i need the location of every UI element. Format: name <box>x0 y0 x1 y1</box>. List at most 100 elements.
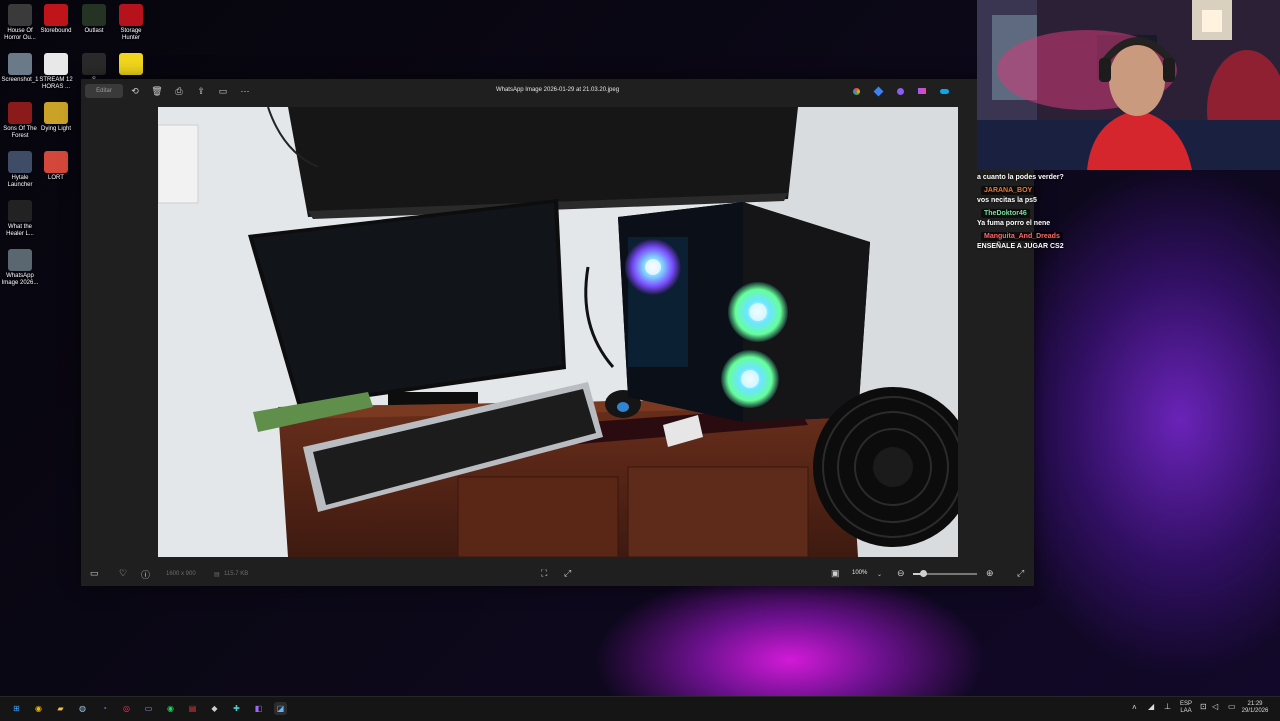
app-purple-icon[interactable]: ◧ <box>252 702 265 715</box>
outlast-icon <box>82 4 106 26</box>
clock-date: 29/1/2026 <box>1241 708 1269 714</box>
desktop-icon[interactable]: STREAM 12 HORAS ... <box>36 53 76 91</box>
file-explorer-icon[interactable]: ▰ <box>54 702 67 715</box>
sons-of-the-forest-icon <box>8 102 32 124</box>
zoom-in-icon[interactable]: ⊕ <box>986 568 994 579</box>
fit-icon[interactable]: ⛶ <box>541 568 547 579</box>
photo-scene <box>158 107 958 557</box>
chevron-down-icon[interactable]: ⌄ <box>877 571 882 578</box>
desktop-icon-label: WhatsApp Image 2026... <box>1 273 39 286</box>
desktop-icon-label: Storage Hunter <box>120 28 142 41</box>
volume-icon[interactable]: ◁ <box>1212 703 1218 711</box>
epic-icon[interactable]: ◆ <box>208 702 221 715</box>
desktop-icon-label: House Of Horror Ou... <box>4 28 36 41</box>
file-size: 115.7 KB <box>224 571 249 577</box>
desktop-icon[interactable]: Sons Of The Forest <box>0 102 40 140</box>
photo-image <box>158 107 958 557</box>
zoom-slider[interactable] <box>913 570 977 577</box>
chat-message: Manguita_And_Dreads ENSEÑALE A JUGAR CS2 <box>977 230 1117 251</box>
desktop-icon[interactable]: Hytale Launcher <box>0 151 40 189</box>
network-tray-icon[interactable]: ◢ <box>1148 703 1154 711</box>
actual-size-icon[interactable]: ▣ <box>831 568 840 579</box>
house-of-horror-icon <box>8 4 32 26</box>
compare-icon[interactable]: ⤢ <box>564 568 571 579</box>
chat-username[interactable]: TheDoktor46 <box>981 209 1030 218</box>
desktop-icon-label: Storebound <box>40 28 72 34</box>
zoom-value[interactable]: 100% <box>852 570 867 576</box>
clock[interactable]: 21:29 29/1/2026 <box>1240 701 1270 715</box>
image-file-icon <box>8 249 32 271</box>
chat-message: a cuanto la podes verder? <box>977 173 1117 182</box>
chat-text: vos necitas la ps5 <box>977 197 1037 204</box>
chat-username[interactable]: Manguita_And_Dreads <box>981 232 1063 241</box>
storebound-icon <box>44 4 68 26</box>
chat-username[interactable]: JARANA_BOY <box>981 186 1036 195</box>
lort-icon <box>44 151 68 173</box>
wifi-icon[interactable]: ⊡ <box>1200 703 1207 711</box>
edit-app-icon[interactable] <box>917 84 927 98</box>
desktop-icon[interactable]: LORT <box>36 151 76 182</box>
language-indicator[interactable]: ESP LAA <box>1180 701 1192 715</box>
chat-text: a cuanto la podes verder? <box>977 174 1064 181</box>
xbox-icon[interactable]: ✚ <box>230 702 243 715</box>
photos-icon[interactable]: ◪ <box>274 702 287 715</box>
photo-viewer-window: Editar ⟲ 🗑 ⎙ ⇪ ▭ ⋯ WhatsApp Image 2026-0… <box>81 79 1034 586</box>
chrome-icon[interactable]: ◉ <box>32 702 45 715</box>
chat-message: TheDoktor46 Ya fuma porro el nene <box>977 207 1117 228</box>
dc-icon <box>119 53 143 75</box>
discord-icon[interactable]: ◔ <box>98 702 111 715</box>
desktop-icon[interactable]: House Of Horror Ou... <box>0 4 40 42</box>
info-icon[interactable]: ⓘ <box>141 568 150 581</box>
battery-icon[interactable]: ▭ <box>1228 703 1236 711</box>
chat-text: ENSEÑALE A JUGAR CS2 <box>977 243 1064 250</box>
desktop-icon[interactable]: What the Healer L... <box>0 200 40 238</box>
desktop-icon[interactable] <box>111 53 151 77</box>
dying-light-icon <box>44 102 68 124</box>
clock-time: 21:29 <box>1247 701 1263 707</box>
filmstrip-icon[interactable]: ▭ <box>90 568 99 579</box>
viewer-title: WhatsApp Image 2026-01-29 at 21.03.20.jp… <box>495 87 620 93</box>
windows-start-icon[interactable]: ⊞ <box>10 702 23 715</box>
desktop-icon-label: Outlast <box>84 28 104 34</box>
stream-chat: a cuanto la podes verder? JARANA_BOYvos n… <box>977 172 1117 253</box>
desktop-icon[interactable]: Storebound <box>36 4 76 35</box>
clipchamp-icon[interactable] <box>895 84 905 98</box>
desktop-icon[interactable]: Outlast <box>74 4 114 35</box>
viewer-toolbar: Editar ⟲ 🗑 ⎙ ⇪ ▭ ⋯ WhatsApp Image 2026-0… <box>81 79 1034 103</box>
favorite-icon[interactable]: ♡ <box>119 568 127 579</box>
copilot-icon[interactable] <box>851 84 861 98</box>
taskbar: ⊞ ◉ ▰ ◍ ◔ ◎ ▭ ◉ ▤ ◆ ✚ ◧ ◪ ˄ ◢ ⊥ ESP LAA ⊡ ◁ ▭ 21:29 … <box>0 696 1280 721</box>
desktop-icon[interactable]: Dying Light <box>36 102 76 133</box>
language-bottom: LAA <box>1180 708 1192 714</box>
zoom-out-icon[interactable]: ⊖ <box>897 568 905 579</box>
what-the-healer-icon <box>8 200 32 222</box>
webcam-scene <box>977 0 1280 170</box>
desktop-icon-label: Dying Light <box>40 126 72 132</box>
steam-icon[interactable]: ◍ <box>76 702 89 715</box>
desktop-icon[interactable]: Storage Hunter <box>111 4 151 42</box>
desktop-icon[interactable]: Screenshot_1 <box>0 53 40 84</box>
opera-gx-icon[interactable]: ◎ <box>120 702 133 715</box>
image-dimensions: 1600 x 900 <box>166 571 196 577</box>
viewer-statusbar: ▭ ♡ ⓘ 1600 x 900 ▤ 115.7 KB ⛶ ⤢ ▣ 100% ⌄… <box>81 560 1034 586</box>
app-window-icon[interactable]: ▭ <box>142 702 155 715</box>
news-icon[interactable]: ▤ <box>186 702 199 715</box>
desktop-icon-label: What the Healer L... <box>6 224 34 237</box>
onedrive-icon[interactable] <box>939 84 949 98</box>
desktop-icon-label: Hytale Launcher <box>7 175 33 188</box>
desktop-icon-label: STREAM 12 HORAS ... <box>39 77 73 90</box>
chat-text: Ya fuma porro el nene <box>977 220 1051 227</box>
storage-hunter-icon <box>119 4 143 26</box>
fullscreen-icon[interactable]: ⤢ <box>1017 568 1024 579</box>
spotify-icon[interactable]: ◉ <box>164 702 177 715</box>
tray-chevron-up-icon[interactable]: ˄ <box>1132 704 1137 712</box>
zoom-slider-thumb[interactable] <box>919 570 927 577</box>
desktop-icon[interactable]: WhatsApp Image 2026... <box>0 249 40 287</box>
desktop-icon-label: Screenshot_1 <box>1 77 39 83</box>
chat-message: JARANA_BOYvos necitas la ps5 <box>977 184 1117 205</box>
desktop-icon-label: Sons Of The Forest <box>3 126 37 139</box>
microphone-icon[interactable]: ⊥ <box>1164 703 1171 711</box>
language-top: ESP <box>1180 701 1193 707</box>
file-size-icon: ▤ <box>214 572 220 578</box>
designer-icon[interactable] <box>873 84 883 98</box>
